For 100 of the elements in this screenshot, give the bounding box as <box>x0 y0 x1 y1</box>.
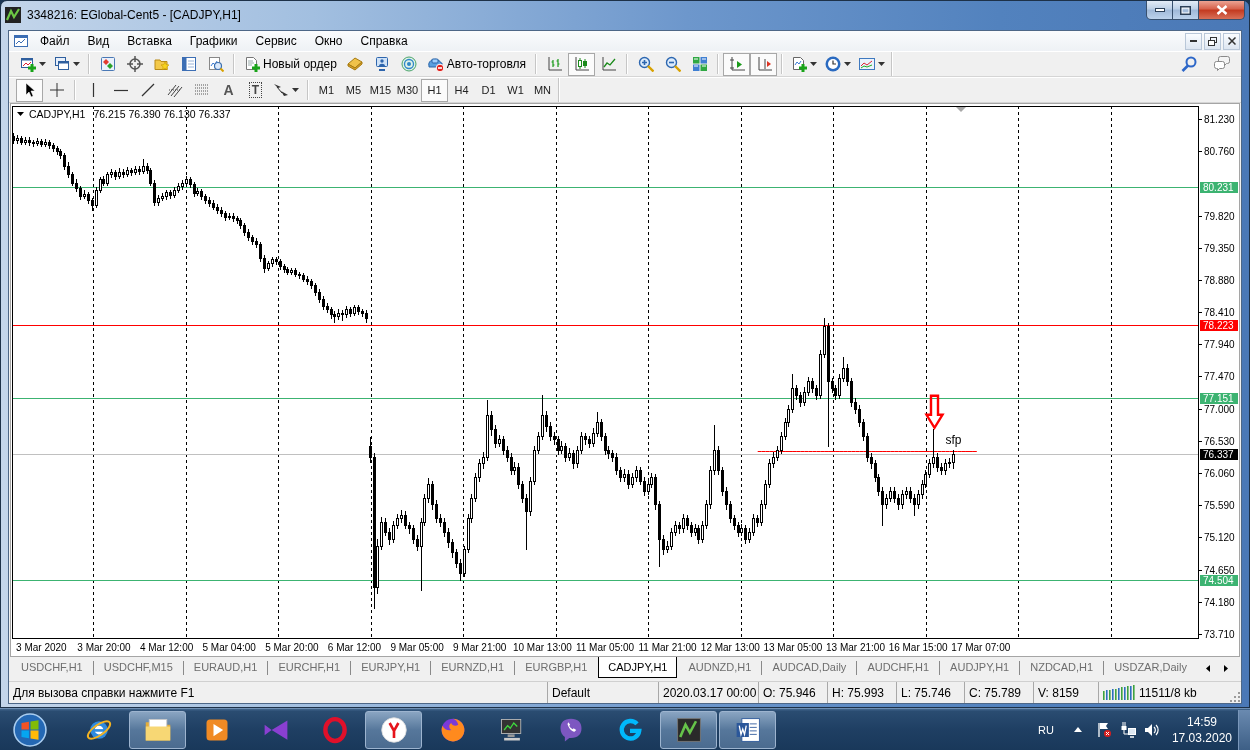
triangle-down-icon <box>17 112 24 116</box>
crosshair-icon <box>48 82 65 98</box>
resize-grip-icon <box>1228 690 1240 702</box>
triangle-right-icon <box>1224 664 1228 672</box>
period-button[interactable]: M15 <box>367 78 394 102</box>
monitor-user-icon <box>374 56 391 72</box>
chart-tab[interactable]: USDCHF,H1 <box>11 657 93 678</box>
period-button[interactable]: M1 <box>313 78 340 102</box>
signal-bars-icon <box>1103 685 1135 700</box>
chart-tab[interactable]: USDCHF,M15 <box>93 657 183 678</box>
chart-document-plus-icon <box>791 56 808 72</box>
language-indicator[interactable]: RU <box>1038 723 1054 736</box>
period-button[interactable]: W1 <box>502 78 529 102</box>
price-label: 74.650 <box>1204 565 1235 576</box>
taskbar-button[interactable] <box>129 710 186 749</box>
clock-date: 17.03.2020 <box>1171 729 1232 746</box>
price-label: 73.710 <box>1204 629 1235 640</box>
toggle-button[interactable] <box>723 52 751 76</box>
menu-item[interactable]: Вид <box>78 31 119 51</box>
label-tool-button[interactable]: T <box>242 78 269 102</box>
price-label: 75.590 <box>1204 500 1235 511</box>
menu-item[interactable]: Вставка <box>118 31 181 51</box>
menu-item[interactable]: Окно <box>305 31 352 51</box>
triangle-left-icon <box>1206 664 1210 672</box>
toggle-button[interactable] <box>750 52 778 76</box>
pointer-button[interactable] <box>16 78 43 102</box>
chart-logo-icon <box>674 715 703 744</box>
minimize-button[interactable] <box>1146 1 1173 20</box>
close-button[interactable] <box>1199 1 1245 20</box>
chart-tab[interactable]: USDZAR,Daily <box>1104 657 1197 678</box>
line-chart-icon <box>600 56 617 72</box>
taskbar-button[interactable] <box>660 710 717 749</box>
flag-icon <box>1095 721 1112 738</box>
chart-tab[interactable]: EURAUD,H1 <box>183 657 268 678</box>
menu-item[interactable]: Справка <box>351 31 417 51</box>
taskbar-button[interactable] <box>719 710 776 749</box>
chart-tab[interactable]: EURGBP,H1 <box>515 657 598 678</box>
price-label: 77.940 <box>1204 339 1235 350</box>
price-label: 79.820 <box>1204 211 1235 222</box>
auto-trading-button[interactable]: Авто-торговля <box>422 52 532 76</box>
clock-time: 14:59 <box>1186 713 1217 730</box>
chart-note: sfp <box>945 433 962 448</box>
new-order-button[interactable]: Новый ордер <box>239 52 342 76</box>
chart-tab[interactable]: EURNZD,H1 <box>431 657 515 678</box>
bar-volume: V: 8159 <box>1034 682 1099 703</box>
chart-ohlc: 76.215 76.390 76.130 76.337 <box>93 108 231 120</box>
time-label: 13 Mar 05:00 <box>763 642 823 653</box>
chart-tab[interactable]: AUDJPY,H1 <box>940 657 1020 678</box>
chart-type-button[interactable] <box>568 52 596 76</box>
minimize-icon <box>1190 40 1197 42</box>
price-label: 76.060 <box>1204 468 1235 479</box>
caret-icon <box>73 62 80 66</box>
y-logo-icon <box>379 715 408 744</box>
menu-item[interactable]: Файл <box>31 31 79 51</box>
period-button[interactable]: H4 <box>448 78 475 102</box>
ring-icon <box>320 715 349 744</box>
high-price: H: 75.993 <box>828 682 897 703</box>
caret-icon <box>810 62 818 66</box>
status-text: Для вызова справки нажмите F1 <box>9 682 548 703</box>
time-label: 3 Mar 20:00 <box>77 642 131 653</box>
bar-chart-icon <box>546 56 563 72</box>
maximize-button[interactable] <box>1173 1 1199 20</box>
horizontal-line-icon <box>113 88 128 92</box>
clock-icon <box>825 56 842 72</box>
traffic-text: 11511/8 kb <box>1139 685 1197 700</box>
price-label: 78.410 <box>1204 307 1235 318</box>
profile-name: Default <box>548 682 659 703</box>
period-button[interactable]: M5 <box>340 78 367 102</box>
search-icon <box>1180 56 1197 72</box>
menu-item[interactable]: Сервис <box>246 31 306 51</box>
time-label: 9 Mar 05:00 <box>390 642 444 653</box>
chart-tab[interactable]: EURJPY,H1 <box>351 657 431 678</box>
dotted-lines-icon <box>193 82 210 98</box>
period-button[interactable]: M30 <box>394 78 421 102</box>
menu-item[interactable]: Графики <box>180 31 247 51</box>
price-label: 77.470 <box>1204 371 1235 382</box>
price-tag: 77.151 <box>1200 393 1238 404</box>
close-icon <box>1227 37 1236 45</box>
time-label: 11 Mar 21:00 <box>638 642 697 653</box>
chart-tab[interactable]: CADJPY,H1 <box>598 657 678 678</box>
period-button[interactable]: MN <box>529 78 556 102</box>
price-label: 76.530 <box>1204 436 1235 447</box>
chart-tab[interactable]: AUDNZD,H1 <box>678 657 762 678</box>
restore-button[interactable] <box>1204 32 1221 50</box>
period-button[interactable]: D1 <box>475 78 502 102</box>
taskbar-button[interactable] <box>365 710 422 749</box>
chart-tab[interactable]: AUDCHF,H1 <box>857 657 940 678</box>
chart-symbol: CADJPY,H1 <box>29 108 86 120</box>
tray-arrow-icon <box>1073 727 1082 732</box>
chart-tab[interactable]: EURCHF,H1 <box>268 657 351 678</box>
chart-tab[interactable]: NZDCAD,H1 <box>1020 657 1104 678</box>
time-label: 3 Mar 2020 <box>16 642 67 653</box>
price-label: 79.350 <box>1204 243 1235 254</box>
time-label: 12 Mar 13:00 <box>700 642 760 653</box>
price-label: 77.000 <box>1204 404 1235 415</box>
period-button[interactable]: H1 <box>421 78 448 102</box>
price-label: 74.180 <box>1204 597 1235 608</box>
caret-icon <box>878 62 886 66</box>
chart-tab[interactable]: AUDCAD,Daily <box>762 657 857 678</box>
text-tool-button[interactable]: A <box>215 78 242 102</box>
